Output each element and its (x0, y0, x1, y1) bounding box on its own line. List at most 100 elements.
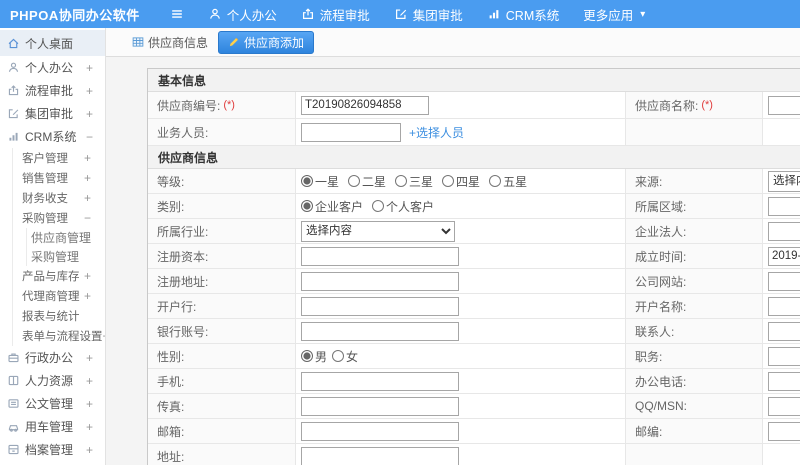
website-input[interactable] (768, 271, 800, 291)
sidebar-item-supplier-mgmt[interactable]: 供应商管理 (27, 228, 105, 247)
zip-cell (763, 419, 800, 444)
email-input[interactable] (301, 421, 459, 441)
expand-plus-icon[interactable]: + (84, 151, 91, 165)
contact-input[interactable] (768, 321, 800, 341)
field-label: 传真: (157, 399, 185, 414)
expand-plus-icon[interactable]: + (84, 289, 91, 303)
radio-label: 四星 (456, 174, 481, 189)
expand-plus-icon[interactable]: + (86, 61, 93, 75)
expand-plus-icon[interactable]: + (86, 374, 93, 388)
bank-input[interactable] (301, 296, 459, 316)
home-icon (7, 37, 20, 50)
level-option[interactable]: 三星 (395, 173, 433, 190)
sidebar-item-finance[interactable]: 财务收支 + (13, 188, 105, 208)
category-radio[interactable] (372, 200, 385, 212)
collapse-minus-icon[interactable]: − (86, 130, 93, 144)
expand-plus-icon[interactable]: + (84, 269, 91, 283)
capital-input[interactable] (301, 246, 459, 266)
mobile-input[interactable] (301, 371, 459, 391)
topmenu-personal-office[interactable]: 个人办公 (208, 5, 277, 24)
bank-label: 开户行: (148, 294, 296, 319)
region-input[interactable] (768, 196, 800, 216)
level-radio[interactable] (395, 175, 408, 187)
gender-option[interactable]: 女 (332, 348, 358, 365)
sidebar-toggle-button[interactable] (170, 7, 184, 21)
topmenu-crm-system[interactable]: CRM系统 (487, 5, 559, 24)
level-radio[interactable] (442, 175, 455, 187)
expand-plus-icon[interactable]: + (86, 84, 93, 98)
qq-msn-label: QQ/MSN: (626, 394, 763, 419)
crm-submenu: 客户管理 + 销售管理 + 财务收支 + 采购管理 − 供应商管理 采购管理 产… (12, 148, 105, 346)
sidebar-item-label: 报表与统计 (22, 311, 80, 323)
level-option[interactable]: 一星 (301, 173, 339, 190)
category-radio[interactable] (301, 200, 313, 212)
expand-plus-icon[interactable]: + (86, 397, 93, 411)
sidebar-item-workflow-approval[interactable]: 流程审批 + (0, 79, 105, 102)
position-input[interactable] (768, 346, 800, 366)
sidebar-item-reports[interactable]: 报表与统计 (13, 306, 105, 326)
sidebar-item-desktop[interactable]: 个人桌面 (0, 30, 105, 56)
sidebar-item-purchasing[interactable]: 采购管理 (27, 247, 105, 266)
qq-msn-input[interactable] (768, 396, 800, 416)
level-radio[interactable] (301, 175, 313, 187)
fax-input[interactable] (301, 396, 459, 416)
expand-plus-icon[interactable]: + (84, 191, 91, 205)
sidebar-item-label: 供应商管理 (31, 231, 92, 245)
expand-plus-icon[interactable]: + (84, 171, 91, 185)
zip-input[interactable] (768, 421, 800, 441)
sidebar-item-documents[interactable]: 公文管理 + (0, 392, 105, 415)
address-input[interactable] (301, 446, 459, 465)
collapse-minus-icon[interactable]: − (84, 211, 91, 225)
sidebar-item-archive-mgmt[interactable]: 档案管理 + (0, 438, 105, 461)
level-option[interactable]: 四星 (442, 173, 480, 190)
gender-radio[interactable] (301, 350, 313, 362)
industry-select[interactable]: 选择内容 (301, 220, 455, 242)
sidebar-item-vehicle-mgmt[interactable]: 用车管理 + (0, 415, 105, 438)
category-option[interactable]: 企业客户 (301, 198, 363, 215)
sidebar-item-purchase-mgmt[interactable]: 采购管理 − (13, 208, 105, 228)
gender-radio[interactable] (332, 350, 345, 362)
tab-supplier-info[interactable]: 供应商信息 (132, 34, 208, 51)
sidebar-item-group-approval[interactable]: 集团审批 + (0, 102, 105, 125)
sidebar-item-admin-office[interactable]: 行政办公 + (0, 346, 105, 369)
legal-person-cell (763, 219, 800, 244)
sidebar-item-crm-system[interactable]: CRM系统 − (0, 125, 105, 148)
sidebar-item-personal-office[interactable]: 个人办公 + (0, 56, 105, 79)
level-radio[interactable] (348, 175, 361, 187)
sidebar-item-sales-mgmt[interactable]: 销售管理 + (13, 168, 105, 188)
level-radio[interactable] (489, 175, 502, 187)
topmenu-group-approval[interactable]: 集团审批 (394, 5, 463, 24)
expand-plus-icon[interactable]: + (86, 107, 93, 121)
legal-person-input[interactable] (768, 221, 800, 241)
reg-address-input[interactable] (301, 271, 459, 291)
sidebar-item-product-stock[interactable]: 产品与库存 + (13, 266, 105, 286)
supplier-no-input[interactable] (301, 95, 429, 115)
expand-plus-icon[interactable]: + (86, 443, 93, 457)
account-name-input[interactable] (768, 296, 800, 316)
topmenu-more-apps[interactable]: 更多应用 ▾ (583, 5, 645, 24)
select-person-link[interactable]: +选择人员 (409, 124, 464, 141)
sidebar-item-hr[interactable]: 人力资源 + (0, 369, 105, 392)
expand-plus-icon[interactable]: + (86, 351, 93, 365)
level-option[interactable]: 二星 (348, 173, 386, 190)
book-icon (7, 374, 20, 387)
sidebar-item-label: 采购管理 (22, 213, 68, 225)
field-label: 来源: (635, 174, 663, 189)
sidebar-item-customer-mgmt[interactable]: 客户管理 + (13, 148, 105, 168)
field-label: 等级: (157, 174, 185, 189)
level-option[interactable]: 五星 (489, 173, 527, 190)
supplier-name-input[interactable] (768, 95, 800, 115)
tab-supplier-add[interactable]: 供应商添加 (218, 30, 315, 54)
topmenu-workflow-approval[interactable]: 流程审批 (301, 5, 370, 24)
radio-label: 一星 (315, 174, 340, 189)
source-select[interactable]: 选择内容 (768, 170, 800, 192)
account-no-input[interactable] (301, 321, 459, 341)
founded-date-input[interactable] (768, 246, 800, 266)
expand-plus-icon[interactable]: + (86, 420, 93, 434)
supplier-no-cell (296, 92, 626, 119)
office-phone-input[interactable] (768, 371, 800, 391)
sidebar-item-agent-mgmt[interactable]: 代理商管理 + (13, 286, 105, 306)
category-option[interactable]: 个人客户 (372, 198, 434, 215)
sidebar-item-form-flow-settings[interactable]: 表单与流程设置 + (13, 326, 105, 346)
gender-option[interactable]: 男 (301, 348, 327, 365)
